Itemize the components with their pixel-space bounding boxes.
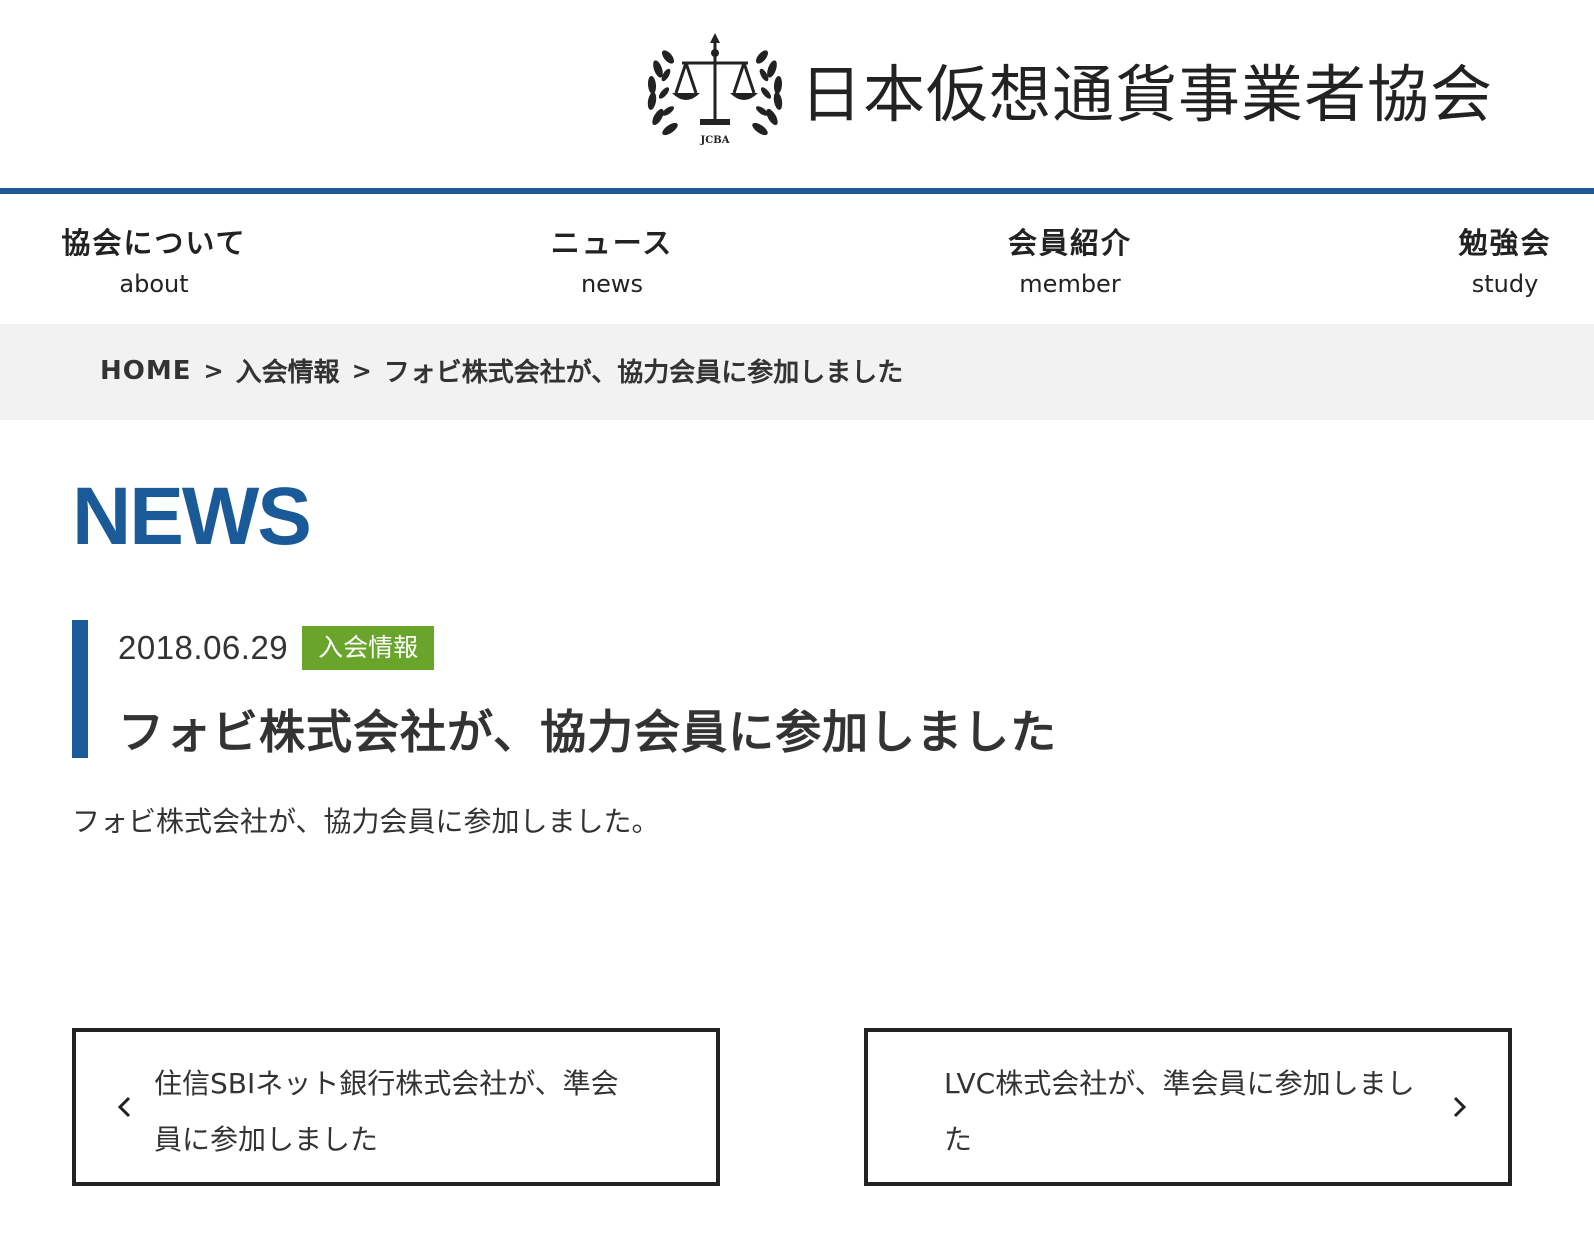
nav-label-en: about: [119, 270, 189, 298]
prev-post-title: 住信SBIネット銀行株式会社が、準会員に参加しました: [154, 1067, 619, 1156]
article-body: フォビ株式会社が、協力会員に参加しました。: [72, 805, 660, 838]
nav-label-jp: 協会について: [61, 226, 247, 260]
breadcrumb-home-link[interactable]: HOME: [100, 356, 192, 386]
title-accent-bar: [72, 620, 88, 758]
site-logo-text: 日本仮想通貨事業者協会: [800, 58, 1494, 131]
nav-label-jp: ニュース: [550, 226, 674, 260]
emblem-caption: JCBA: [700, 135, 730, 146]
site-logo-link[interactable]: JCBA 日本仮想通貨事業者協会: [640, 24, 1493, 154]
nav-label-en: news: [580, 270, 644, 298]
next-post-link[interactable]: LVC株式会社が、準会員に参加しました: [864, 1028, 1512, 1186]
nav-label-jp: 会員紹介: [1007, 226, 1132, 260]
article-header: 2018.06.29 入会情報 フォビ株式会社が、協力会員に参加しました: [72, 620, 1272, 759]
nav-item-study[interactable]: 勉強会 study: [1420, 220, 1590, 298]
chevron-left-icon: [117, 1096, 131, 1118]
nav-item-member[interactable]: 会員紹介 member: [960, 220, 1180, 298]
breadcrumb-separator-icon: >: [203, 356, 224, 385]
breadcrumb-separator-icon: >: [351, 356, 372, 385]
nav-label-en: member: [1019, 270, 1121, 298]
nav-item-about[interactable]: 協会について about: [44, 220, 264, 298]
scales-of-justice-emblem-icon: JCBA: [647, 33, 783, 146]
article-title: フォビ株式会社が、協力会員に参加しました: [118, 705, 1058, 759]
category-badge[interactable]: 入会情報: [302, 626, 435, 670]
nav-label-en: study: [1471, 270, 1539, 298]
site-header: JCBA 日本仮想通貨事業者協会: [0, 0, 1594, 194]
chevron-right-icon: [1453, 1096, 1467, 1118]
next-post-title: LVC株式会社が、準会員に参加しました: [944, 1067, 1415, 1156]
breadcrumb-bar: HOME > 入会情報 > フォビ株式会社が、協力会員に参加しました: [0, 324, 1594, 420]
breadcrumb: HOME > 入会情報 > フォビ株式会社が、協力会員に参加しました: [100, 352, 903, 389]
breadcrumb-current: フォビ株式会社が、協力会員に参加しました: [383, 358, 904, 388]
post-date: 2018.06.29: [118, 629, 289, 666]
breadcrumb-category-link[interactable]: 入会情報: [236, 352, 340, 389]
article-meta: 2018.06.29 入会情報: [118, 626, 435, 670]
nav-label-jp: 勉強会: [1458, 226, 1552, 260]
page-title: NEWS: [72, 471, 312, 562]
prev-post-link[interactable]: 住信SBIネット銀行株式会社が、準会員に参加しました: [72, 1028, 720, 1186]
nav-item-news[interactable]: ニュース news: [502, 220, 722, 298]
global-nav: 協会について about ニュース news 会員紹介 member 勉強会 s…: [0, 194, 1594, 324]
